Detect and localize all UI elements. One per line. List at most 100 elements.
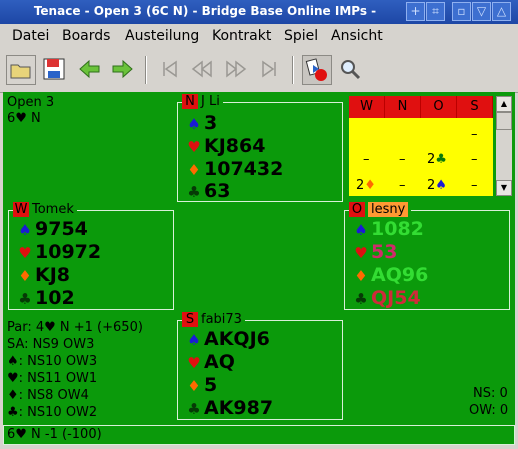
result-status: 6♥ N -1 (-100)	[3, 425, 515, 445]
spade-icon: ♠	[354, 221, 368, 239]
east-diamonds-cards: AQ96	[371, 264, 429, 286]
minimize-icon[interactable]: ▽	[472, 2, 491, 21]
south-clubs-cards: AK987	[204, 397, 274, 419]
west-spades-cards: 9754	[35, 218, 88, 240]
analysis-line: ♦: NS8 OW4	[7, 388, 89, 403]
west-label: W Tomek	[13, 202, 77, 217]
search-icon[interactable]	[336, 55, 366, 85]
maximize-icon[interactable]: △	[492, 2, 511, 21]
score-ow: OW: 0	[469, 403, 509, 418]
fast-forward-icon[interactable]	[222, 55, 252, 85]
bid-cell: 2♦	[356, 178, 376, 193]
bidding-scrollbar[interactable]: ▲ ▼	[496, 96, 512, 196]
back-arrow-icon[interactable]	[76, 55, 106, 85]
restore-icon[interactable]: ▫	[452, 2, 471, 21]
player-name-north: J Li	[201, 94, 220, 109]
open-folder-icon[interactable]	[6, 55, 36, 85]
east-clubs: ♣ QJ54	[351, 287, 421, 309]
diamond-icon: ♦	[354, 267, 368, 285]
analysis-line: ♠: NS10 OW3	[7, 354, 98, 369]
north-hearts-cards: KJ864	[204, 135, 266, 157]
menu-spiel[interactable]: Spiel	[284, 28, 318, 44]
forward-arrow-icon[interactable]	[108, 55, 138, 85]
window-title: Tenace - Open 3 (6C N) - Bridge Base Onl…	[33, 4, 377, 18]
south-label: Sfabi73	[182, 312, 245, 327]
seat-badge-east: O	[349, 202, 365, 217]
rewind-icon[interactable]	[188, 55, 218, 85]
heart-icon: ♥	[354, 244, 368, 262]
bid-cell: –	[363, 152, 370, 167]
bid-header-s: S	[457, 96, 493, 118]
east-spades-cards: 1082	[371, 218, 424, 240]
bid-cell: –	[399, 152, 406, 167]
bid-cell: –	[471, 152, 478, 167]
board-contract: 6♥ N	[7, 111, 41, 126]
club-icon: ♣	[18, 290, 32, 308]
player-name-west: Tomek	[32, 202, 74, 217]
toolbar-separator	[145, 56, 147, 84]
spade-icon: ♠	[187, 115, 201, 133]
bid-header-w: W	[349, 96, 385, 118]
north-diamonds: ♦ 107432	[184, 158, 283, 180]
south-diamonds: ♦ 5	[184, 374, 217, 396]
seat-badge-south: S	[182, 312, 198, 327]
heart-icon: ♥	[187, 138, 201, 156]
east-hearts-cards: 53	[371, 241, 398, 263]
club-icon: ♣	[354, 290, 368, 308]
scroll-down-icon[interactable]: ▼	[496, 180, 512, 196]
hand-north: NJ Li ♠ 3 ♥ KJ864 ♦ 107432 ♣ 63	[177, 94, 343, 202]
diamond-icon: ♦	[18, 267, 32, 285]
menu-boards[interactable]: Boards	[62, 28, 110, 44]
east-spades: ♠ 1082	[351, 218, 424, 240]
save-disk-icon[interactable]	[40, 55, 70, 85]
menu-datei[interactable]: Datei	[12, 28, 49, 44]
first-icon[interactable]	[156, 55, 186, 85]
heart-icon: ♥	[18, 244, 32, 262]
west-diamonds-cards: KJ8	[35, 264, 71, 286]
south-spades: ♠ AKQJ6	[184, 328, 270, 350]
west-clubs-cards: 102	[35, 287, 75, 309]
east-label: Olesny	[349, 202, 412, 217]
shade-icon[interactable]: ⌗	[426, 2, 445, 21]
north-clubs-cards: 63	[204, 180, 231, 202]
menu-kontrakt[interactable]: Kontrakt	[212, 28, 271, 44]
east-clubs-cards: QJ54	[371, 287, 421, 309]
bid-cell: –	[471, 127, 478, 142]
north-spades: ♠ 3	[184, 112, 217, 134]
bid-header-o: O	[421, 96, 457, 118]
toolbar	[0, 48, 518, 93]
bid-cell: –	[471, 178, 478, 193]
analysis-line: ♣: NS10 OW2	[7, 405, 98, 420]
hand-south: Sfabi73 ♠ AKQJ6 ♥ AQ ♦ 5 ♣ AK987	[177, 312, 343, 420]
bidding-box: W N O S – – – 2♣ – 2♦ – 2♠ –	[349, 96, 493, 196]
bid-cell: 2♠	[427, 178, 447, 193]
south-spades-cards: AKQJ6	[204, 328, 270, 350]
heart-icon: ♥	[187, 354, 201, 372]
south-diamonds-cards: 5	[204, 374, 218, 396]
diamond-icon: ♦	[187, 377, 201, 395]
analysis-line: SA: NS9 OW3	[7, 337, 95, 352]
south-hearts-cards: AQ	[204, 351, 235, 373]
score-ns: NS: 0	[473, 386, 508, 401]
seat-badge-north: N	[182, 94, 198, 109]
player-name-east: lesny	[368, 202, 409, 217]
play-record-icon[interactable]	[302, 55, 332, 85]
spade-icon: ♠	[18, 221, 32, 239]
club-icon: ♣	[187, 400, 201, 418]
diamond-icon: ♦	[187, 161, 201, 179]
north-diamonds-cards: 107432	[204, 158, 284, 180]
scroll-thumb[interactable]	[496, 112, 512, 130]
last-icon[interactable]	[255, 55, 285, 85]
analysis-line: ♥: NS11 OW1	[7, 371, 98, 386]
south-clubs: ♣ AK987	[184, 397, 273, 419]
player-name-south: fabi73	[201, 312, 242, 327]
menu-ansicht[interactable]: Ansicht	[331, 28, 383, 44]
scroll-up-icon[interactable]: ▲	[496, 96, 512, 112]
north-label: NJ Li	[182, 94, 223, 109]
title-bar: Tenace - Open 3 (6C N) - Bridge Base Onl…	[0, 0, 518, 24]
stick-icon[interactable]: +	[406, 2, 425, 21]
west-clubs: ♣ 102	[15, 287, 75, 309]
menu-austeilung[interactable]: Austeilung	[125, 28, 199, 44]
spade-icon: ♠	[187, 331, 201, 349]
bid-cell: –	[399, 178, 406, 193]
